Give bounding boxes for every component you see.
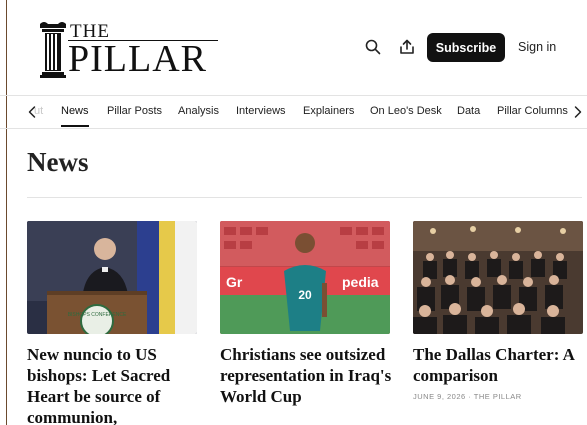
search-icon[interactable]: [364, 38, 382, 56]
iraq-player-photo: Gr pedia 20: [220, 221, 390, 334]
stadium-banner-text-2: pedia: [342, 274, 379, 290]
nuncio-photo: BISHOPS CONFERENCE: [27, 221, 197, 334]
article-title-iraq[interactable]: Christians see outsized representation i…: [220, 344, 392, 407]
site-header: THE PILLAR Subscribe Sign in: [0, 0, 587, 92]
share-icon[interactable]: [398, 38, 416, 56]
stadium-banner-text: Gr: [226, 274, 243, 290]
section-nav: ut News Pillar Posts Analysis Interviews…: [0, 95, 587, 129]
nav-item-partial[interactable]: ut: [34, 105, 43, 117]
article-author[interactable]: THE PILLAR: [474, 392, 522, 401]
nav-item-data[interactable]: Data: [457, 105, 480, 117]
article-image-iraq[interactable]: Gr pedia 20: [220, 221, 390, 334]
article-image-dallas[interactable]: [413, 221, 583, 334]
chevron-right-icon: [574, 106, 582, 118]
nav-item-explainers[interactable]: Explainers: [303, 105, 354, 117]
article-title-dallas[interactable]: The Dallas Charter: A comparison: [413, 344, 585, 386]
nav-item-analysis[interactable]: Analysis: [178, 105, 219, 117]
article-image-nuncio[interactable]: BISHOPS CONFERENCE: [27, 221, 197, 334]
nav-item-on-leos-desk[interactable]: On Leo's Desk: [370, 105, 442, 117]
pillar-column-icon: [40, 22, 66, 78]
article-title-nuncio[interactable]: New nuncio to US bishops: Let Sacred Hea…: [27, 344, 199, 425]
bishops-meeting-photo: [413, 221, 583, 334]
nav-active-indicator: [61, 125, 89, 127]
podium-seal-text: BISHOPS CONFERENCE: [68, 312, 127, 318]
nav-item-news[interactable]: News: [61, 105, 89, 117]
sign-in-link[interactable]: Sign in: [518, 40, 556, 54]
nav-item-pillar-columns[interactable]: Pillar Columns: [497, 105, 568, 117]
page-title: News: [27, 147, 89, 177]
article-meta-dallas: JUNE 9, 2026 · THE PILLAR: [413, 392, 522, 401]
section-divider: [27, 197, 582, 198]
jersey-number: 20: [298, 288, 312, 302]
nav-next-button[interactable]: [568, 96, 587, 128]
article-date: JUNE 9, 2026: [413, 392, 466, 401]
subscribe-button[interactable]: Subscribe: [427, 33, 505, 62]
nav-item-interviews[interactable]: Interviews: [236, 105, 286, 117]
logo-pillar-text: PILLAR: [68, 38, 207, 80]
nav-item-pillar-posts[interactable]: Pillar Posts: [107, 105, 162, 117]
site-logo[interactable]: THE PILLAR: [38, 18, 218, 80]
